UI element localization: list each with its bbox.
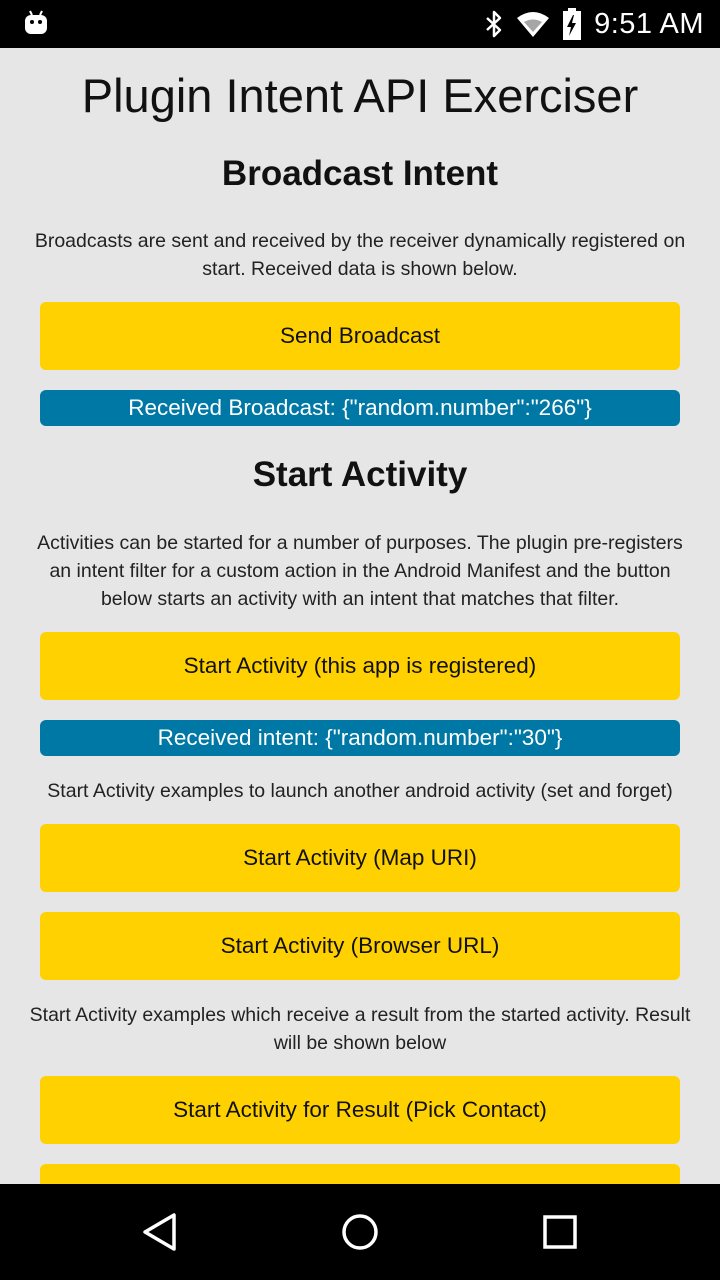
activity-result-badge: Received intent: {"random.number":"30"} [40, 720, 680, 756]
home-icon [342, 1214, 378, 1250]
navigation-bar [0, 1184, 720, 1280]
start-activity-browser-button[interactable]: Start Activity (Browser URL) [40, 912, 680, 980]
start-activity-map-button[interactable]: Start Activity (Map URI) [40, 824, 680, 892]
result-description: Start Activity examples which receive a … [29, 1004, 691, 1054]
back-button[interactable] [130, 1202, 190, 1262]
android-icon [25, 10, 47, 34]
recents-icon [543, 1215, 577, 1249]
pick-contact-button[interactable]: Start Activity for Result (Pick Contact) [40, 1076, 680, 1144]
broadcast-description: Broadcasts are sent and received by the … [34, 230, 686, 280]
home-button[interactable] [330, 1202, 390, 1262]
launch-description: Start Activity examples to launch anothe… [47, 780, 673, 802]
bluetooth-icon [486, 10, 502, 38]
status-bar: 9:51 AM [0, 0, 720, 48]
next-action-button[interactable] [40, 1164, 680, 1184]
status-time: 9:51 AM [594, 7, 704, 40]
activity-heading: Start Activity [252, 455, 468, 494]
start-activity-registered-button[interactable]: Start Activity (this app is registered) [40, 632, 680, 700]
back-icon [143, 1213, 176, 1251]
broadcast-result-badge: Received Broadcast: {"random.number":"26… [40, 390, 680, 426]
activity-description: Activities can be started for a number o… [37, 532, 683, 610]
battery-charging-icon [563, 8, 582, 40]
recents-button[interactable] [530, 1202, 590, 1262]
send-broadcast-button[interactable]: Send Broadcast [40, 302, 680, 370]
wifi-icon [517, 12, 550, 37]
broadcast-heading: Broadcast Intent [221, 154, 499, 193]
page-title: Plugin Intent API Exerciser [81, 69, 639, 122]
main-content[interactable]: Plugin Intent API Exerciser Broadcast In… [0, 48, 720, 1184]
status-icons: 9:51 AM [484, 0, 704, 48]
